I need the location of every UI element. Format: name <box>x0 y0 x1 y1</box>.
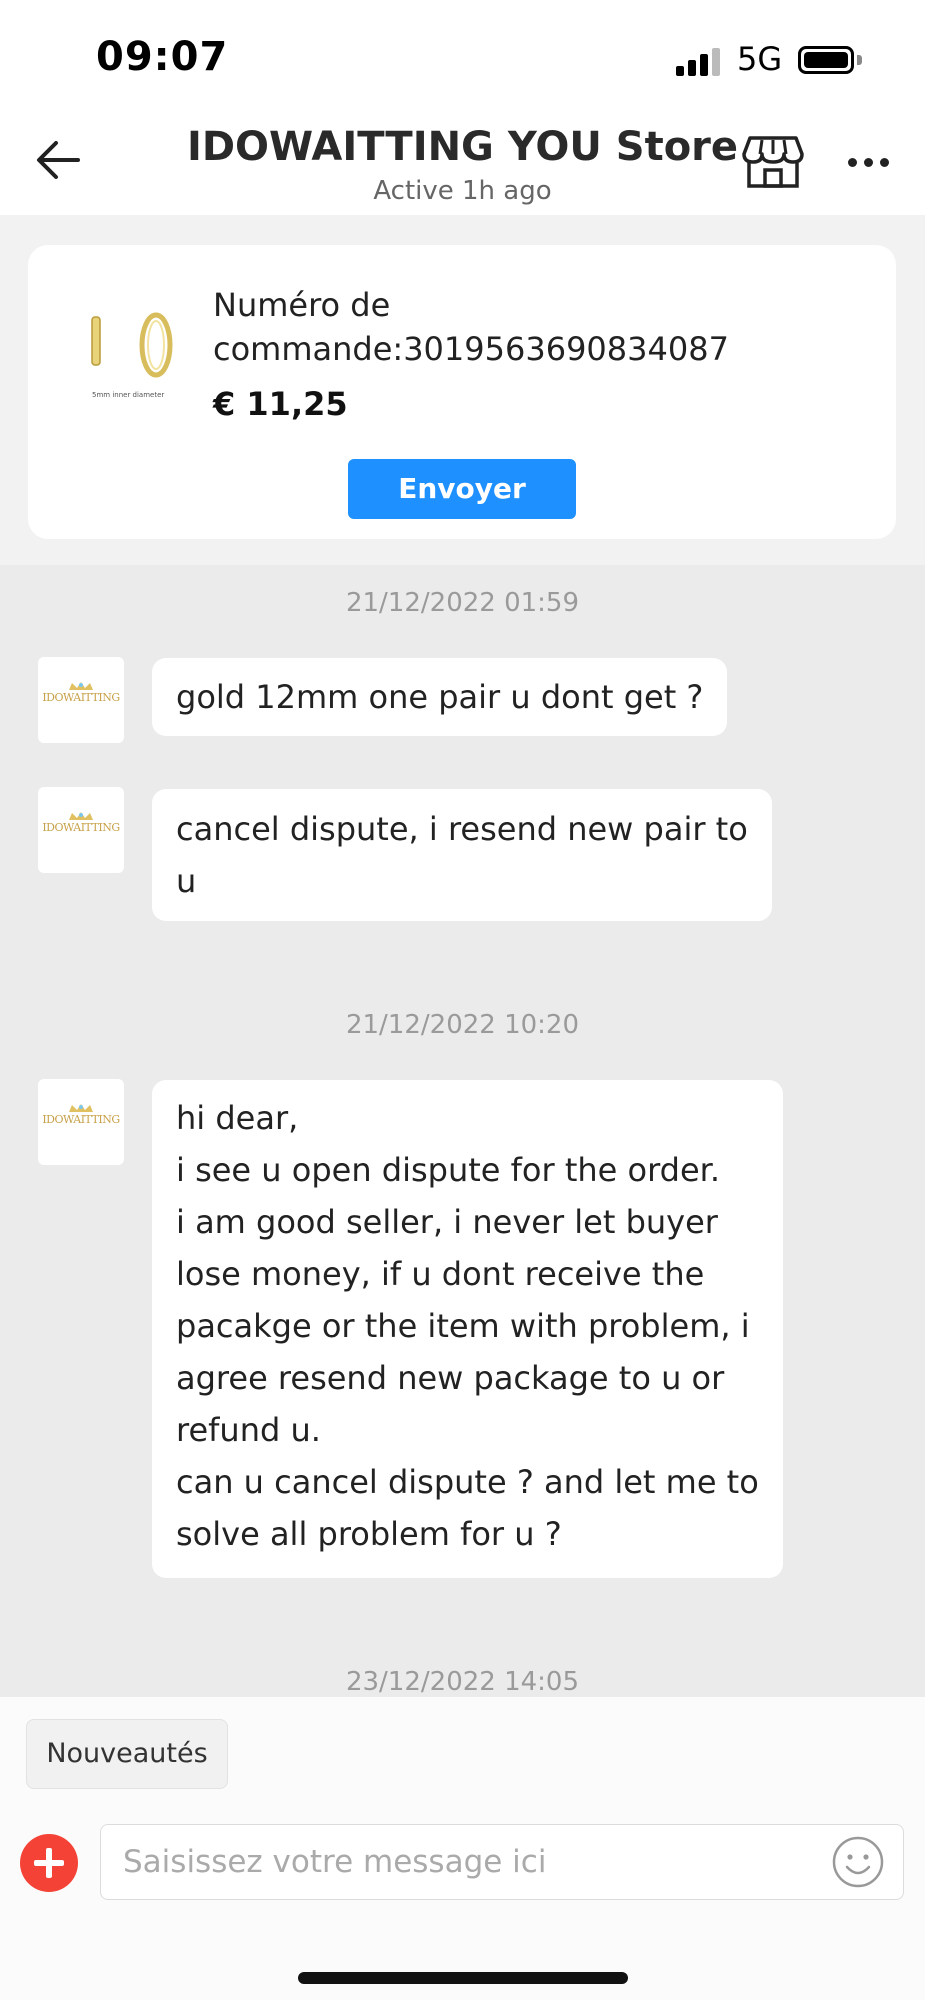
crown-icon <box>69 812 93 820</box>
signal-icon <box>676 46 722 76</box>
message-input-box[interactable] <box>100 1824 904 1900</box>
new-arrivals-chip[interactable]: Nouveautés <box>26 1719 228 1789</box>
more-icon[interactable] <box>840 152 896 172</box>
chat-header: IDOWAITTING YOU Store Active 1h ago <box>0 110 925 215</box>
thumb-caption: 5mm inner diameter <box>92 391 164 399</box>
network-label: 5G <box>737 40 783 78</box>
send-order-button[interactable]: Envoyer <box>348 459 576 519</box>
avatar-logo: IDOWAITTING <box>42 691 120 704</box>
battery-icon <box>798 46 854 74</box>
seller-avatar[interactable]: IDOWAITTING <box>38 787 124 873</box>
avatar-logo: IDOWAITTING <box>42 821 120 834</box>
timestamp: 21/12/2022 10:20 <box>345 1010 580 1040</box>
message-bubble[interactable]: gold 12mm one pair u dont get ? <box>152 658 728 736</box>
order-strip: 5mm inner diameter Numéro de commande:30… <box>0 215 925 565</box>
order-number: Numéro de commande:3019563690834087 <box>213 286 729 368</box>
order-card[interactable]: 5mm inner diameter Numéro de commande:30… <box>28 245 896 539</box>
message-input[interactable] <box>123 1839 803 1885</box>
battery-cap <box>857 55 862 65</box>
timestamp: 21/12/2022 01:59 <box>345 588 580 618</box>
message-bubble[interactable]: cancel dispute, i resend new pair to u <box>152 789 772 921</box>
emoji-icon[interactable] <box>831 1835 885 1889</box>
seller-avatar[interactable]: IDOWAITTING <box>38 657 124 743</box>
avatar-logo: IDOWAITTING <box>42 1113 120 1126</box>
seller-avatar[interactable]: IDOWAITTING <box>38 1079 124 1165</box>
chat-area[interactable]: 5mm inner diameter Numéro de commande:30… <box>0 215 925 1697</box>
earring-product-image: 5mm inner diameter <box>91 312 173 399</box>
order-price: € 11,25 <box>213 385 348 423</box>
crown-icon <box>69 682 93 690</box>
composer-bar: Nouveautés <box>0 1697 925 2000</box>
home-indicator <box>298 1972 628 1984</box>
message-bubble[interactable]: hi dear, i see u open dispute for the or… <box>152 1080 783 1578</box>
crown-icon <box>69 1104 93 1112</box>
timestamp: 23/12/2022 14:05 <box>345 1667 580 1697</box>
add-attachment-button[interactable] <box>20 1834 78 1892</box>
store-icon[interactable] <box>742 134 804 190</box>
status-time: 09:07 <box>96 34 229 80</box>
status-bar: 09:07 5G <box>0 0 925 110</box>
